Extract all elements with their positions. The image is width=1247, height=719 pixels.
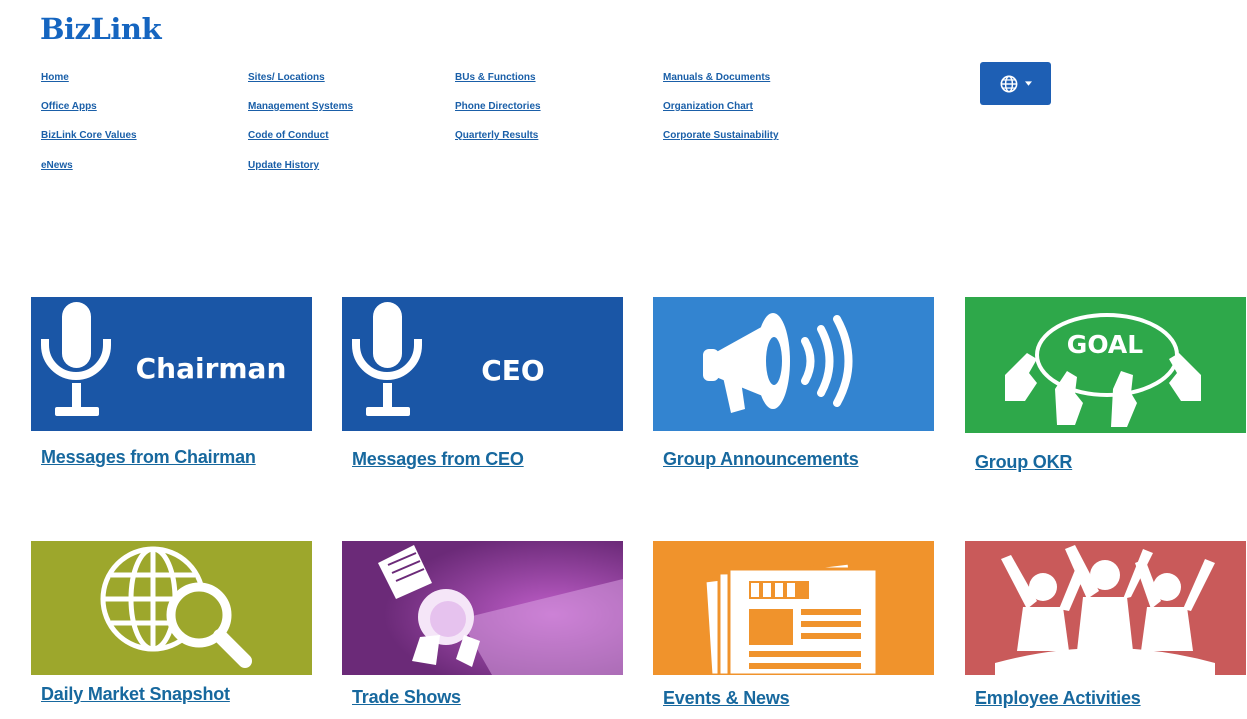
daily-market-snapshot-link[interactable]: Daily Market Snapshot: [41, 684, 230, 705]
tile-image-trade-shows[interactable]: [342, 541, 623, 675]
group-okr-link[interactable]: Group OKR: [975, 452, 1072, 473]
tile-image-group-okr[interactable]: GOAL: [965, 297, 1246, 433]
nav-link-update-history[interactable]: Update History: [248, 160, 319, 171]
announcements-banner: [653, 297, 934, 431]
tile-image-ceo[interactable]: CEO: [342, 297, 623, 431]
chairman-banner: Chairman: [31, 297, 312, 431]
language-dropdown-button[interactable]: [980, 62, 1051, 105]
nav-link-home[interactable]: Home: [41, 72, 69, 83]
nav-link-quarterly-results[interactable]: Quarterly Results: [455, 130, 538, 141]
trade-shows-banner: [342, 541, 623, 675]
nav-link-core-values[interactable]: BizLink Core Values: [41, 130, 137, 141]
goal-image-label: GOAL: [1067, 330, 1143, 359]
chairman-image-label: Chairman: [136, 352, 287, 385]
nav-link-management-systems[interactable]: Management Systems: [248, 101, 353, 112]
newspaper-icon: [703, 561, 879, 675]
nav-link-office-apps[interactable]: Office Apps: [41, 101, 97, 112]
market-banner: [31, 541, 312, 675]
globe-icon: [1000, 75, 1017, 92]
employee-activities-banner: [965, 541, 1246, 675]
bizlink-logo[interactable]: BizLink: [40, 12, 162, 46]
nav-link-sites-locations[interactable]: Sites/ Locations: [248, 72, 325, 83]
nav-link-phone-directories[interactable]: Phone Directories: [455, 101, 541, 112]
nav-link-organization-chart[interactable]: Organization Chart: [663, 101, 753, 112]
messages-from-ceo-link[interactable]: Messages from CEO: [352, 449, 524, 470]
tile-image-group-announcements[interactable]: [653, 297, 934, 431]
tile-image-employee-activities[interactable]: [965, 541, 1246, 675]
messages-from-chairman-link[interactable]: Messages from Chairman: [41, 447, 256, 468]
okr-banner: GOAL: [965, 297, 1246, 433]
events-news-link[interactable]: Events & News: [663, 688, 790, 709]
nav-link-bus-functions[interactable]: BUs & Functions: [455, 72, 536, 83]
nav-link-manuals-documents[interactable]: Manuals & Documents: [663, 72, 770, 83]
nav-link-corporate-sustainability[interactable]: Corporate Sustainability: [663, 130, 779, 141]
events-news-banner: [653, 541, 934, 675]
trade-shows-link[interactable]: Trade Shows: [352, 687, 461, 708]
ceo-banner: CEO: [342, 297, 623, 431]
ceo-image-label: CEO: [481, 354, 544, 387]
tile-image-daily-market-snapshot[interactable]: [31, 541, 312, 675]
tile-image-chairman[interactable]: Chairman: [31, 297, 312, 431]
nav-link-enews[interactable]: eNews: [41, 160, 73, 171]
group-announcements-link[interactable]: Group Announcements: [663, 449, 859, 470]
chevron-down-icon: [1024, 81, 1032, 86]
employee-activities-link[interactable]: Employee Activities: [975, 688, 1141, 709]
nav-link-code-of-conduct[interactable]: Code of Conduct: [248, 130, 329, 141]
tile-image-events-news[interactable]: [653, 541, 934, 675]
